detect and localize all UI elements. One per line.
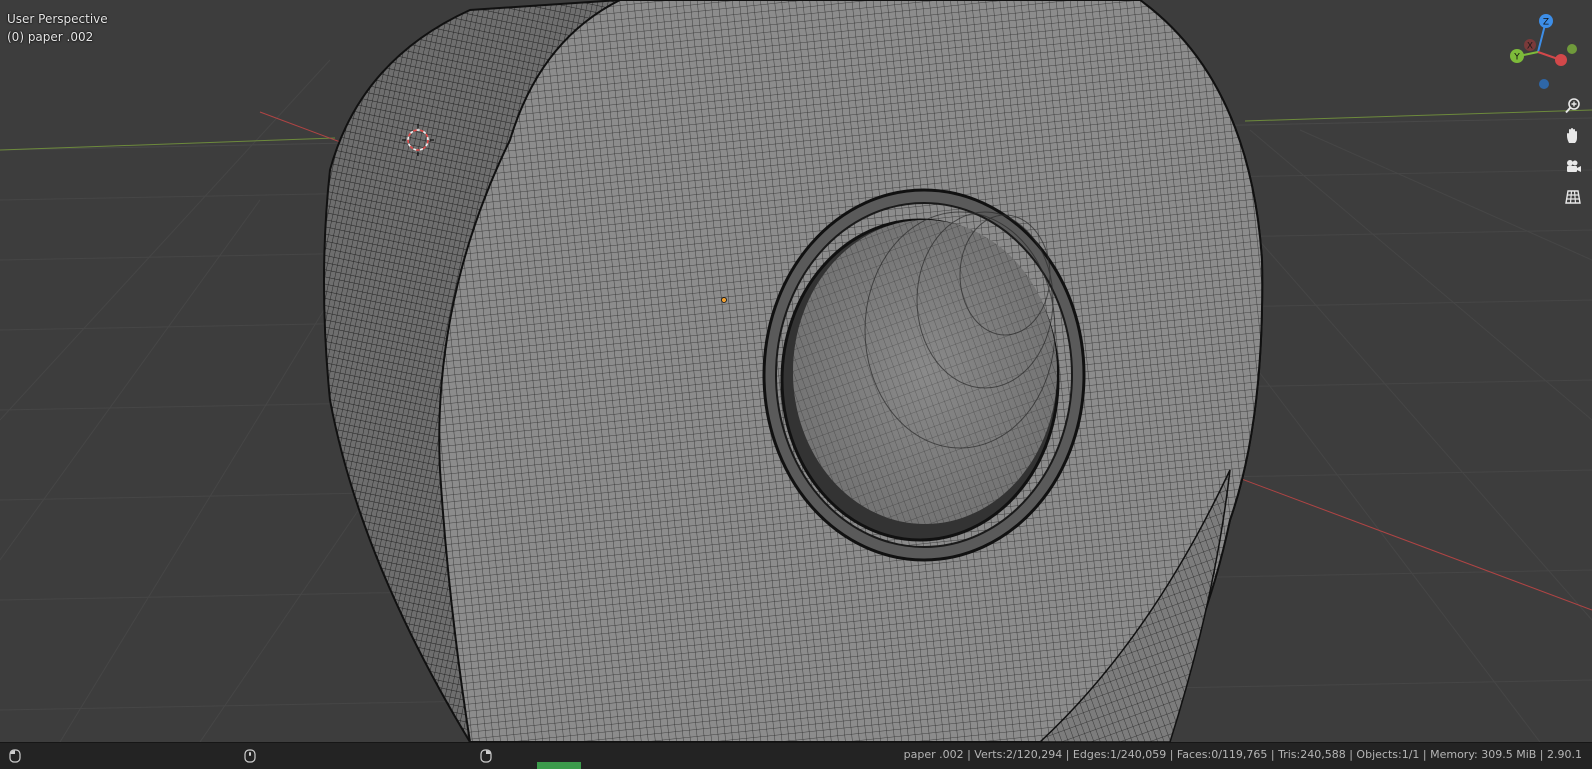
viewport-scene[interactable] — [0, 0, 1592, 742]
camera-icon — [1567, 160, 1581, 172]
navigation-gizmo[interactable]: X Z Y — [1498, 10, 1588, 100]
gizmo-z-negative[interactable] — [1539, 79, 1549, 89]
camera-view-button[interactable] — [1560, 154, 1586, 180]
3d-viewport[interactable]: User Perspective (0) paper .002 X Z Y — [0, 0, 1592, 742]
paper-roll-mesh[interactable] — [323, 0, 1264, 742]
gizmo-y-negative[interactable] — [1567, 44, 1577, 54]
gizmo-x-positive[interactable] — [1555, 54, 1567, 66]
mouse-right-icon — [480, 749, 492, 763]
status-bar: paper .002 | Verts:2/120,294 | Edges:1/2… — [0, 742, 1592, 769]
mouse-left-icon — [9, 749, 21, 763]
perspective-toggle-button[interactable] — [1560, 184, 1586, 210]
zoom-icon — [1565, 98, 1580, 114]
gizmo-y-label: Y — [1513, 53, 1520, 63]
mouse-middle-icon — [244, 749, 256, 763]
pan-button[interactable] — [1560, 123, 1586, 149]
gizmo-x-label: X — [1527, 42, 1533, 52]
active-object-label: (0) paper .002 — [7, 30, 94, 44]
pan-hand-icon — [1567, 128, 1577, 143]
scene-statistics: paper .002 | Verts:2/120,294 | Edges:1/2… — [903, 748, 1582, 761]
viewport-title: User Perspective — [7, 12, 108, 26]
grid-icon — [1565, 190, 1581, 204]
object-origin — [721, 297, 727, 303]
gizmo-z-label: Z — [1543, 18, 1549, 28]
zoom-button[interactable] — [1560, 93, 1586, 119]
